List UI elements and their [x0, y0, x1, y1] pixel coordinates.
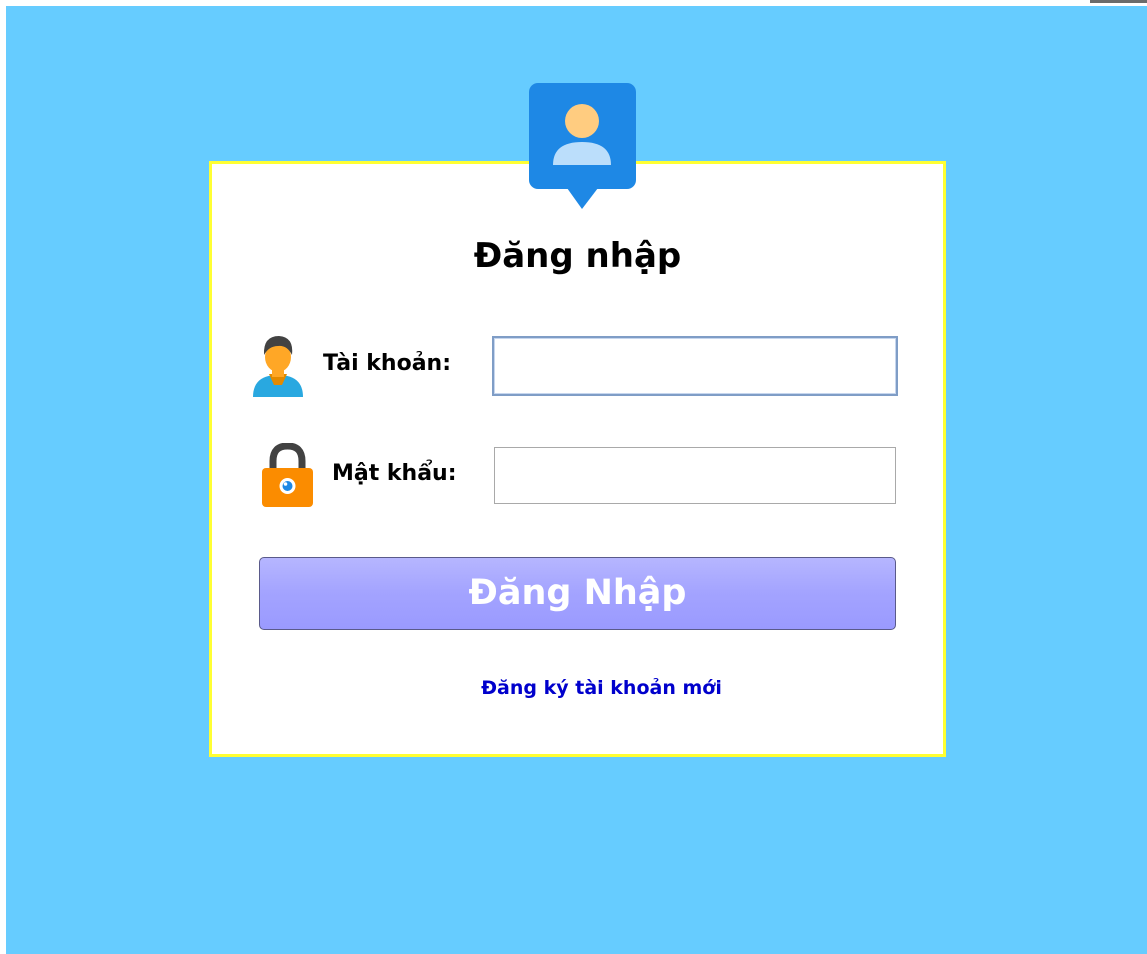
login-button[interactable]: Đăng Nhập: [259, 557, 896, 630]
user-avatar-icon: [529, 83, 636, 209]
lock-icon: [262, 443, 313, 507]
username-input[interactable]: [492, 336, 898, 396]
window-edge-mark: [1090, 0, 1147, 3]
page-title: Đăng nhập: [473, 236, 682, 276]
register-link[interactable]: Đăng ký tài khoản mới: [209, 677, 994, 699]
username-label: Tài khoản:: [323, 351, 452, 376]
password-input[interactable]: [494, 447, 896, 504]
password-label: Mật khẩu:: [332, 461, 457, 486]
user-icon: [253, 336, 303, 397]
